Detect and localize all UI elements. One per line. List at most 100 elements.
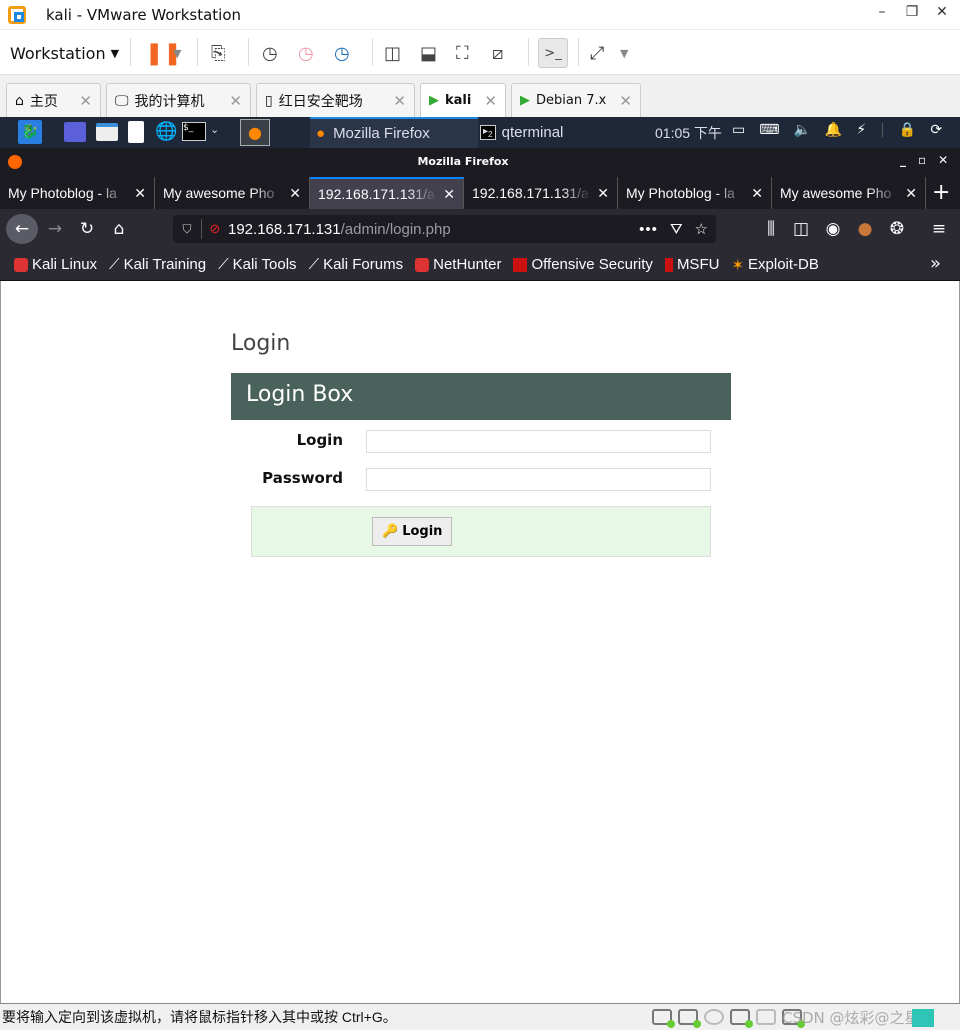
network-adapter-icon[interactable] <box>730 1009 753 1028</box>
close-tab-icon[interactable]: ✕ <box>393 92 406 110</box>
tab-label: 192.168.171.131/a <box>472 185 589 201</box>
power-manager-icon[interactable]: ⚡ <box>856 122 866 138</box>
reload-button[interactable]: ↻ <box>74 217 100 241</box>
revert-snapshot-icon[interactable]: ◷ <box>298 38 314 68</box>
bookmark-msfu[interactable]: MSFU <box>664 256 719 273</box>
more-bookmarks-icon[interactable]: » <box>930 253 941 274</box>
chevron-down-icon[interactable]: ⌄ <box>210 123 219 136</box>
close-tab-icon[interactable]: ✕ <box>289 185 301 202</box>
pocket-icon[interactable]: ⛛ <box>670 221 683 238</box>
menu-hamburger-icon[interactable]: ≡ <box>926 217 952 241</box>
logout-icon[interactable]: ⟳ <box>930 122 942 138</box>
bookmark-kali-linux[interactable]: Kali Linux <box>14 256 97 273</box>
bookmark-star-icon[interactable]: ☆ <box>695 220 708 238</box>
restore-button[interactable]: ❐ <box>900 4 924 20</box>
console-view-icon[interactable]: >_ <box>538 38 568 68</box>
tab-kali[interactable]: ▶ kali ✕ <box>420 83 506 117</box>
tracking-shield-icon[interactable]: ⛉ <box>173 222 201 237</box>
send-keys-icon[interactable]: ⎘ <box>211 38 225 68</box>
file-manager-icon[interactable] <box>96 123 118 141</box>
bookmark-nethunter[interactable]: NetHunter <box>415 256 501 273</box>
forward-button[interactable]: → <box>42 217 68 241</box>
button-label: Login <box>402 524 443 539</box>
unity-icon[interactable]: ⧄ <box>492 38 503 68</box>
lock-icon[interactable]: 🔒 <box>899 122 916 138</box>
sidebar-icon[interactable]: ◫ <box>788 217 814 241</box>
tab-hongri[interactable]: ▯ 红日安全靶场 ✕ <box>256 83 415 117</box>
terminal-icon[interactable]: $_ <box>182 122 206 141</box>
thumbnail-view-icon[interactable]: ⬓ <box>420 38 437 68</box>
bookmark-exploit-db[interactable]: ✶ Exploit-DB <box>731 256 818 274</box>
volume-icon[interactable]: 🔈 <box>793 122 810 138</box>
task-firefox[interactable]: ● Mozilla Firefox <box>310 117 478 148</box>
close-tab-icon[interactable]: ✕ <box>443 186 455 203</box>
kali-menu-icon[interactable]: 🐉 <box>18 120 42 144</box>
tab-debian[interactable]: ▶ Debian 7.x ✕ <box>511 83 641 117</box>
insecure-lock-icon[interactable]: ⊘ <box>202 221 228 237</box>
close-tab-icon[interactable]: ✕ <box>79 92 92 110</box>
close-tab-icon[interactable]: ✕ <box>229 92 242 110</box>
firefox-launcher-icon[interactable]: ● <box>240 119 270 146</box>
login-input[interactable] <box>366 430 711 453</box>
snapshot-icon[interactable]: ◷ <box>262 38 278 68</box>
printer-icon[interactable] <box>756 1009 776 1025</box>
close-button[interactable]: ✕ <box>938 153 948 167</box>
tab-my-computer[interactable]: 🖵 我的计算机 ✕ <box>106 83 251 117</box>
desktop-icon[interactable] <box>64 122 86 142</box>
snapshot-manager-icon[interactable]: ◷ <box>334 38 350 68</box>
browser-globe-icon[interactable]: 🌐 <box>155 121 177 142</box>
browser-tab[interactable]: My Photoblog - la ✕ <box>0 177 155 209</box>
status-message: 要将输入定向到该虚拟机，请将鼠标指针移入其中或按 Ctrl+G。 <box>2 1009 397 1025</box>
back-button[interactable]: ← <box>6 214 38 244</box>
cookie-extension-icon[interactable]: ● <box>852 217 878 241</box>
browser-tab[interactable]: My Photoblog - la ✕ <box>618 177 772 209</box>
page-actions-icon[interactable]: ••• <box>639 221 658 238</box>
browser-tab[interactable]: My awesome Pho ✕ <box>772 177 926 209</box>
hard-disk-icon[interactable] <box>652 1009 675 1028</box>
library-icon[interactable]: ⫼ <box>758 217 784 241</box>
url-bar[interactable]: ⛉ ⊘ 192.168.171.131/admin/login.php ••• … <box>173 215 716 243</box>
notification-bell-icon[interactable]: 🔔 <box>825 122 842 138</box>
fullscreen-icon[interactable]: ⛶ <box>456 38 469 68</box>
dropdown-icon[interactable]: ▼ <box>620 38 628 68</box>
clock[interactable]: 01:05 下午 <box>655 123 722 143</box>
maximize-button[interactable]: ▫ <box>918 153 926 167</box>
task-qterminal[interactable]: ▸2 qterminal <box>480 117 563 148</box>
close-tab-icon[interactable]: ✕ <box>484 92 497 110</box>
workstation-menu[interactable]: Workstation ▼ <box>10 38 119 68</box>
cd-dvd-icon[interactable] <box>704 1009 724 1025</box>
hard-disk-icon[interactable] <box>678 1009 701 1028</box>
vm-tab-bar: ⌂ 主页 ✕ 🖵 我的计算机 ✕ ▯ 红日安全靶场 ✕ ▶ kali ✕ ▶ Debian 7.x… <box>0 75 960 117</box>
account-icon[interactable]: ◉ <box>820 217 846 241</box>
dropdown-icon[interactable]: ▼ <box>173 38 181 68</box>
tab-home[interactable]: ⌂ 主页 ✕ <box>6 83 101 117</box>
password-input[interactable] <box>366 468 711 491</box>
browser-tab[interactable]: 192.168.171.131/a ✕ <box>464 177 618 209</box>
close-tab-icon[interactable]: ✕ <box>619 92 632 110</box>
cookie-manager-icon[interactable]: ❂ <box>884 217 910 241</box>
close-tab-icon[interactable]: ✕ <box>134 185 146 202</box>
close-button[interactable]: ✕ <box>930 4 954 20</box>
login-submit-button[interactable]: 🔑 Login <box>372 517 453 546</box>
home-button[interactable]: ⌂ <box>106 217 132 241</box>
sidebar-view-icon[interactable]: ◫ <box>384 38 401 68</box>
bookmark-kali-forums[interactable]: ⟋ Kali Forums <box>309 256 404 273</box>
stretch-icon[interactable]: ⤢ <box>590 38 604 68</box>
kali-panel: 🐉 🌐 $_ ⌄ ● ● Mozilla Firefox ▸2 qterminal … <box>0 117 960 148</box>
bookmark-kali-training[interactable]: ⟋ Kali Training <box>109 256 206 273</box>
close-tab-icon[interactable]: ✕ <box>751 185 763 202</box>
minimize-button[interactable]: _ <box>900 153 906 167</box>
vm-running-icon: ▶ <box>429 93 439 108</box>
browser-tab[interactable]: My awesome Pho ✕ <box>155 177 310 209</box>
minimize-button[interactable]: – <box>870 4 894 20</box>
close-tab-icon[interactable]: ✕ <box>597 185 609 202</box>
display-icon[interactable]: ▭ <box>732 122 745 138</box>
text-editor-icon[interactable] <box>128 121 144 143</box>
tab-label: 主页 <box>29 93 58 110</box>
bookmark-offensive-security[interactable]: Offensive Security <box>513 256 653 273</box>
close-tab-icon[interactable]: ✕ <box>905 185 917 202</box>
new-tab-button[interactable]: + <box>932 180 950 205</box>
browser-tab-active[interactable]: 192.168.171.131/a ✕ <box>310 177 464 209</box>
bookmark-kali-tools[interactable]: ⟋ Kali Tools <box>218 256 296 273</box>
keyboard-icon[interactable]: ⌨ <box>759 122 779 138</box>
